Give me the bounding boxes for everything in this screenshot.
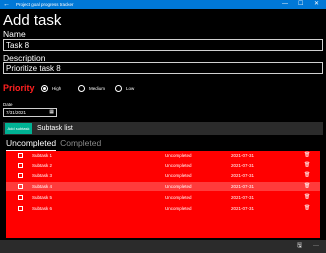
more-icon[interactable]: ··· xyxy=(313,242,319,251)
radio-unselected-icon xyxy=(78,85,85,92)
date-label: Date xyxy=(3,102,13,107)
subtask-status: Uncompleted xyxy=(165,195,192,200)
priority-high-radio[interactable]: High xyxy=(41,85,61,92)
subtask-status: Uncompleted xyxy=(165,206,192,211)
subtask-name: Subtask 4 xyxy=(32,184,53,189)
save-icon[interactable]: 🖫 xyxy=(297,242,302,251)
subtask-name: Subtask 6 xyxy=(32,206,53,211)
subtask-name: Subtask 3 xyxy=(32,173,53,178)
subtask-list-title: Subtask list xyxy=(37,125,73,132)
priority-label: Priority xyxy=(3,83,35,93)
command-bar: 🖫 ··· xyxy=(0,240,326,253)
subtask-status: Uncompleted xyxy=(165,173,192,178)
description-field[interactable] xyxy=(3,62,323,74)
subtask-date: 2021-07-31 xyxy=(231,206,255,211)
list-item[interactable]: Subtask 6 Uncompleted 2021-07-31 🗑 xyxy=(6,204,320,213)
subtask-date: 2021-07-31 xyxy=(231,153,255,158)
add-subtask-button[interactable]: Add subtask xyxy=(5,123,32,134)
trash-icon[interactable]: 🗑 xyxy=(304,182,310,191)
list-item[interactable]: Subtask 5 Uncompleted 2021-07-31 🗑 xyxy=(6,193,320,202)
list-item[interactable]: Subtask 3 Uncompleted 2021-07-31 🗑 xyxy=(6,171,320,180)
tab-completed[interactable]: Completed xyxy=(60,138,101,151)
subtask-date: 2021-07-31 xyxy=(231,173,255,178)
subtask-date: 2021-07-31 xyxy=(231,163,255,168)
title-bar: ← Project goal progress tracker — ☐ ✕ xyxy=(0,0,326,9)
date-value: 7/31/2021 xyxy=(6,110,27,115)
subtask-list: Subtask 1 Uncompleted 2021-07-31 🗑 Subta… xyxy=(6,151,320,238)
subtask-name: Subtask 1 xyxy=(32,153,53,158)
list-item[interactable]: Subtask 1 Uncompleted 2021-07-31 🗑 xyxy=(6,151,320,160)
priority-medium-label: Medium xyxy=(89,86,106,91)
name-field[interactable] xyxy=(3,39,323,51)
list-item[interactable]: Subtask 4 Uncompleted 2021-07-31 🗑 xyxy=(6,182,320,191)
trash-icon[interactable]: 🗑 xyxy=(304,171,310,180)
list-item[interactable]: Subtask 2 Uncompleted 2021-07-31 🗑 xyxy=(6,161,320,170)
priority-medium-radio[interactable]: Medium xyxy=(78,85,105,92)
trash-icon[interactable]: 🗑 xyxy=(304,204,310,213)
subtask-checkbox[interactable] xyxy=(18,153,23,158)
page-title: Add task xyxy=(3,12,62,29)
subtask-date: 2021-07-31 xyxy=(231,184,255,189)
subtask-header: Add subtask Subtask list xyxy=(3,122,323,135)
radio-unselected-icon xyxy=(115,85,122,92)
subtask-checkbox[interactable] xyxy=(18,173,23,178)
subtask-date: 2021-07-31 xyxy=(231,195,255,200)
name-label: Name xyxy=(3,29,26,39)
minimize-icon[interactable]: — xyxy=(282,0,288,9)
subtask-name: Subtask 5 xyxy=(32,195,53,200)
tab-uncompleted[interactable]: Uncompleted xyxy=(6,138,57,151)
subtask-checkbox[interactable] xyxy=(18,206,23,211)
window-title: Project goal progress tracker xyxy=(16,2,74,7)
calendar-icon[interactable]: ▦ xyxy=(49,109,54,116)
subtask-name: Subtask 2 xyxy=(32,163,53,168)
trash-icon[interactable]: 🗑 xyxy=(304,151,310,160)
subtask-status: Uncompleted xyxy=(165,163,192,168)
subtask-checkbox[interactable] xyxy=(18,184,23,189)
maximize-icon[interactable]: ☐ xyxy=(298,0,303,9)
back-arrow-icon[interactable]: ← xyxy=(3,0,10,9)
radio-selected-icon xyxy=(41,85,48,92)
date-picker[interactable]: 7/31/2021 ▦ xyxy=(3,108,57,117)
close-icon[interactable]: ✕ xyxy=(314,0,319,9)
subtask-tabs: Uncompleted Completed xyxy=(6,138,101,151)
subtask-status: Uncompleted xyxy=(165,184,192,189)
subtask-checkbox[interactable] xyxy=(18,163,23,168)
trash-icon[interactable]: 🗑 xyxy=(304,193,310,202)
priority-high-label: High xyxy=(52,86,62,91)
priority-low-label: Low xyxy=(126,86,135,91)
subtask-checkbox[interactable] xyxy=(18,195,23,200)
trash-icon[interactable]: 🗑 xyxy=(304,161,310,170)
priority-low-radio[interactable]: Low xyxy=(115,85,134,92)
subtask-status: Uncompleted xyxy=(165,153,192,158)
